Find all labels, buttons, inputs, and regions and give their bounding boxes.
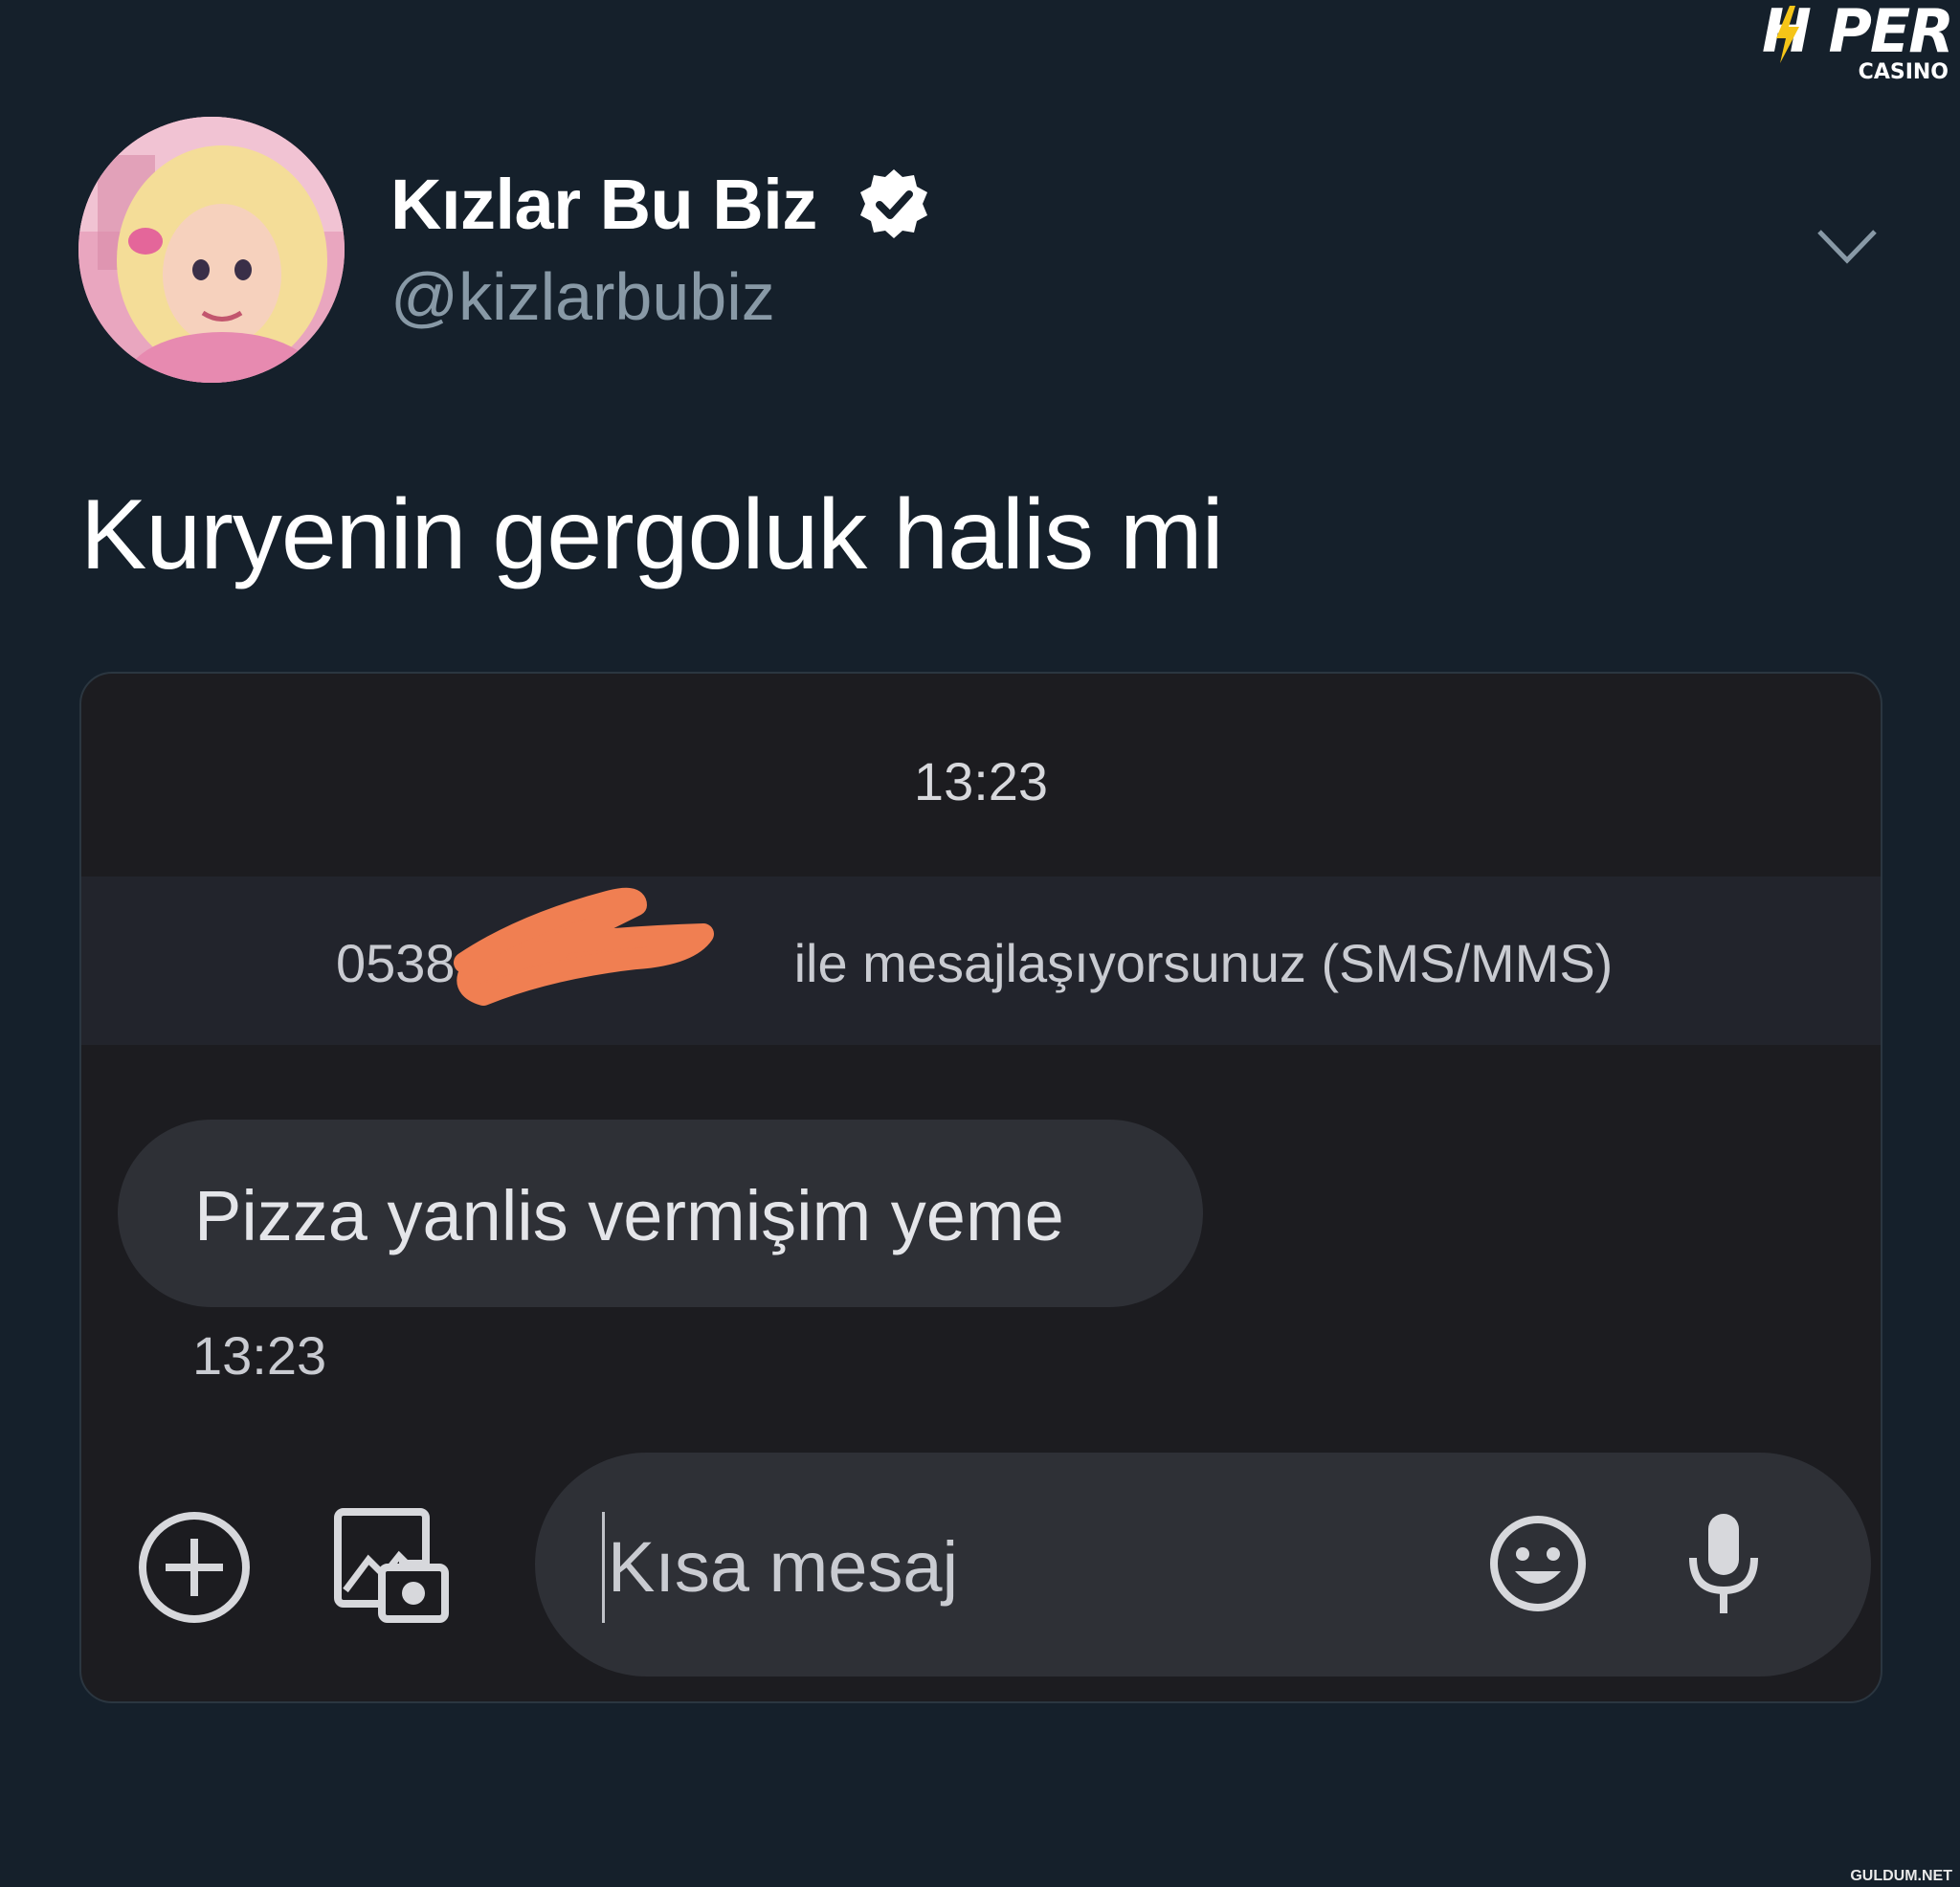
emoji-icon[interactable] [1488, 1514, 1588, 1613]
message-composer[interactable] [535, 1453, 1871, 1676]
text-caret [602, 1512, 605, 1623]
gallery-camera-icon[interactable] [332, 1506, 451, 1625]
avatar[interactable] [78, 117, 345, 383]
chevron-down-icon[interactable] [1814, 222, 1881, 270]
author-handle[interactable]: @kizlarbubiz [390, 258, 775, 335]
received-message-bubble[interactable]: Pizza yanlis vermişim yeme [118, 1120, 1203, 1307]
logo-brand-text: H PER [1761, 0, 1954, 66]
tweet-media[interactable]: 13:23 0538 ile mesajlaşıyorsunuz (SMS/MMS… [79, 672, 1882, 1703]
tweet-text: Kuryenin gergoluk halis mi [80, 479, 1224, 590]
author-name[interactable]: Kızlar Bu Biz [390, 164, 817, 245]
phone-number: 0538 [336, 933, 456, 993]
message-timestamp: 13:23 [192, 1325, 327, 1386]
verified-badge-icon [859, 169, 927, 238]
logo-sub-text: CASINO [1858, 60, 1949, 84]
site-watermark: GULDUM.NET [1850, 1868, 1952, 1884]
lightning-bolt-icon [1776, 6, 1799, 63]
redaction-scribble [454, 887, 714, 1006]
sms-info-suffix: ile mesajlaşıyorsunuz (SMS/MMS) [793, 933, 1614, 993]
conversation-timestamp: 13:23 [913, 751, 1049, 811]
message-input[interactable] [606, 1508, 1471, 1625]
message-text: Pizza yanlis vermişim yeme [194, 1176, 1064, 1255]
avatar-image [78, 117, 345, 383]
hyper-casino-logo: H PER CASINO [1713, 0, 1954, 86]
microphone-icon[interactable] [1683, 1510, 1764, 1617]
add-icon[interactable] [135, 1508, 254, 1627]
author-row: Kızlar Bu Biz [390, 161, 932, 247]
sms-info-banner: 0538 ile mesajlaşıyorsunuz (SMS/MMS) [81, 877, 1881, 1045]
